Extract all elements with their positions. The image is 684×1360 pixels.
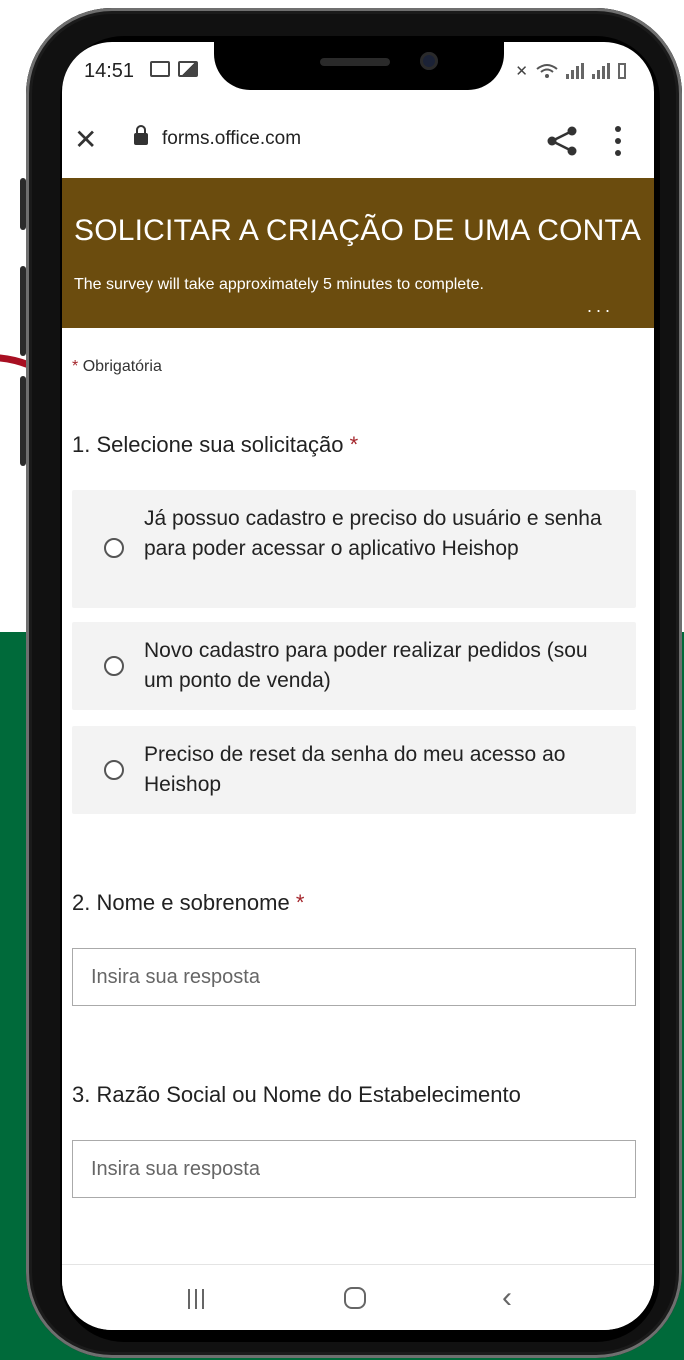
option-label: Já possuo cadastro e preciso do usuário … bbox=[144, 507, 602, 560]
question-text: Razão Social ou Nome do Estabelecimento bbox=[96, 1082, 521, 1107]
required-star: * bbox=[295, 890, 305, 915]
home-icon[interactable] bbox=[344, 1287, 366, 1309]
radio-option-3[interactable]: Preciso de reset da senha do meu acesso … bbox=[72, 726, 636, 814]
question-number: 2. bbox=[72, 890, 91, 915]
question-number: 1. bbox=[72, 432, 91, 457]
browser-bar: ✕ forms.office.com bbox=[62, 108, 654, 174]
form-header: SOLICITAR A CRIAÇÃO DE UMA CONTA The sur… bbox=[62, 178, 654, 328]
share-icon[interactable] bbox=[546, 126, 580, 156]
header-more-button[interactable]: ... bbox=[587, 297, 614, 315]
earpiece bbox=[320, 58, 390, 66]
more-vert-icon[interactable] bbox=[614, 126, 622, 156]
question-text: Nome e sobrenome bbox=[96, 890, 290, 915]
image-icon bbox=[178, 61, 198, 77]
front-camera bbox=[420, 52, 438, 70]
status-time: 14:51 bbox=[84, 60, 135, 82]
required-note-text: Obrigatória bbox=[82, 358, 162, 375]
option-label: Preciso de reset da senha do meu acesso … bbox=[144, 743, 566, 796]
required-star: * bbox=[349, 432, 359, 457]
question-number: 3. bbox=[72, 1082, 91, 1107]
cast-icon bbox=[150, 61, 170, 77]
recent-apps-icon[interactable] bbox=[188, 1289, 204, 1309]
question-2-title: 2. Nome e sobrenome * bbox=[72, 890, 304, 916]
radio-button[interactable] bbox=[104, 538, 124, 558]
close-icon[interactable]: ✕ bbox=[74, 126, 97, 154]
phone-screen: 14:51 ✕ ✕ forms.office.com SOLICITAR A C… bbox=[62, 42, 654, 1330]
status-icons-right: ✕ bbox=[515, 62, 626, 80]
url-text[interactable]: forms.office.com bbox=[162, 128, 301, 150]
company-name-input[interactable] bbox=[72, 1140, 636, 1198]
back-icon[interactable]: ‹ bbox=[502, 1281, 512, 1315]
lock-icon bbox=[134, 125, 148, 145]
mute-icon: ✕ bbox=[515, 63, 528, 80]
radio-button[interactable] bbox=[104, 760, 124, 780]
option-label: Novo cadastro para poder realizar pedido… bbox=[144, 639, 588, 692]
battery-icon bbox=[618, 63, 626, 79]
form-title: SOLICITAR A CRIAÇÃO DE UMA CONTA bbox=[74, 214, 642, 247]
required-note: * Obrigatória bbox=[72, 358, 162, 376]
wifi-icon bbox=[536, 64, 558, 78]
volume-button bbox=[20, 266, 26, 356]
status-icons-left bbox=[150, 61, 198, 77]
power-button bbox=[20, 376, 26, 466]
name-input[interactable] bbox=[72, 948, 636, 1006]
signal-icon bbox=[592, 63, 610, 79]
form-subtitle: The survey will take approximately 5 min… bbox=[74, 276, 484, 293]
question-text: Selecione sua solicitação bbox=[96, 432, 344, 457]
radio-option-2[interactable]: Novo cadastro para poder realizar pedido… bbox=[72, 622, 636, 710]
notch bbox=[214, 42, 504, 90]
required-star: * bbox=[72, 358, 79, 375]
android-nav-bar: ‹ bbox=[62, 1264, 654, 1330]
volume-button bbox=[20, 178, 26, 230]
question-1-title: 1. Selecione sua solicitação * bbox=[72, 432, 358, 458]
radio-button[interactable] bbox=[104, 656, 124, 676]
signal-icon bbox=[566, 63, 584, 79]
radio-option-1[interactable]: Já possuo cadastro e preciso do usuário … bbox=[72, 490, 636, 608]
question-3-title: 3. Razão Social ou Nome do Estabelecimen… bbox=[72, 1082, 521, 1108]
